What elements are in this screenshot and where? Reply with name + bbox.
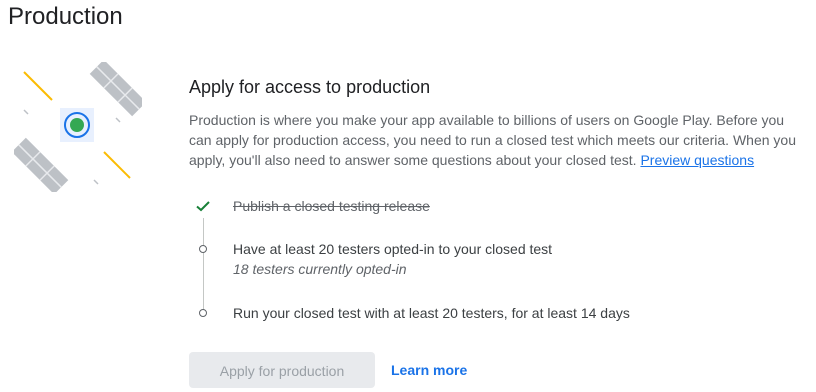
solar-panel bbox=[89, 59, 147, 117]
section-description: Production is where you make your app av… bbox=[189, 110, 809, 170]
apply-for-production-button[interactable]: Apply for production bbox=[189, 352, 375, 388]
checklist-item-subtext: 18 testers currently opted-in bbox=[233, 261, 407, 277]
preview-questions-link[interactable]: Preview questions bbox=[640, 152, 754, 168]
checklist-item-text: Run your closed test with at least 20 te… bbox=[233, 305, 630, 321]
learn-more-link[interactable]: Learn more bbox=[391, 352, 467, 388]
production-page: Production Apply for access to productio… bbox=[0, 0, 816, 392]
timeline-connector bbox=[203, 218, 204, 314]
requirements-checklist: Publish a closed testing release Have at… bbox=[192, 196, 792, 326]
checklist-item-text: Publish a closed testing release bbox=[233, 198, 430, 214]
production-access-section: Apply for access to production Productio… bbox=[189, 74, 809, 170]
signal-ray bbox=[23, 71, 53, 101]
circle-outline-icon bbox=[192, 303, 214, 323]
circle-outline-icon bbox=[192, 239, 214, 259]
check-icon bbox=[192, 196, 214, 216]
page-title: Production bbox=[8, 3, 123, 30]
solar-panel bbox=[11, 137, 69, 195]
section-heading: Apply for access to production bbox=[189, 77, 431, 97]
checklist-item-text: Have at least 20 testers opted-in to you… bbox=[233, 241, 553, 257]
satellite-icon bbox=[11, 59, 147, 195]
signal-ray bbox=[103, 151, 131, 179]
satellite-illustration bbox=[11, 59, 147, 195]
